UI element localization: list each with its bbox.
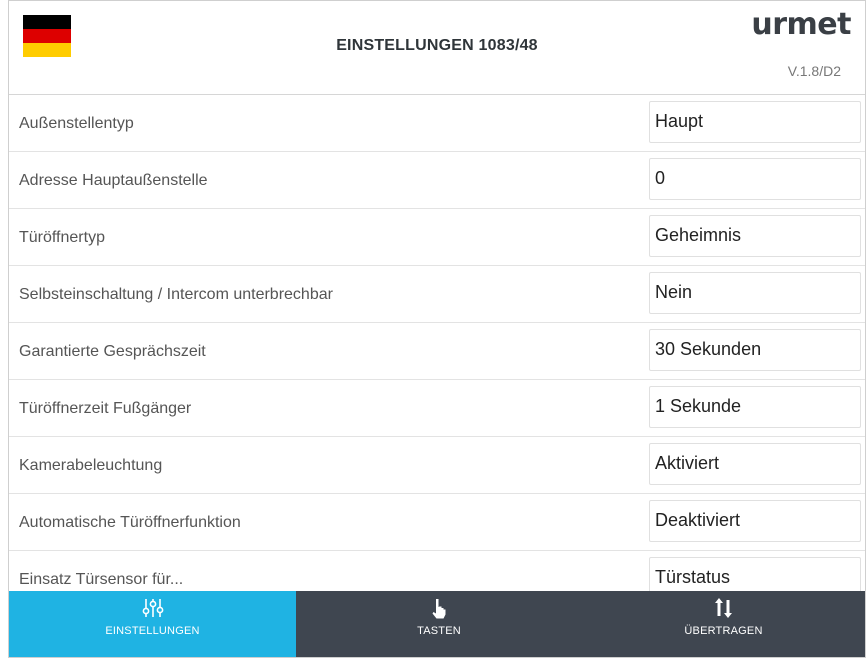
bottom-tab-bar: EINSTELLUNGEN TASTEN ÜBERTRAGEN: [9, 591, 865, 657]
tab-uebertragen[interactable]: ÜBERTRAGEN: [582, 591, 865, 657]
setting-label: Außenstellentyp: [19, 115, 134, 132]
setting-value-select[interactable]: 1 Sekunde: [649, 386, 861, 428]
page-title: EINSTELLUNGEN 1083/48: [336, 37, 538, 54]
setting-value-select[interactable]: Aktiviert: [649, 443, 861, 485]
setting-value-select[interactable]: Geheimnis: [649, 215, 861, 257]
setting-label: Türöffnerzeit Fußgänger: [19, 400, 192, 417]
setting-row-selbsteinschaltung: Selbsteinschaltung / Intercom unterbrech…: [9, 266, 865, 323]
settings-list: Außenstellentyp Haupt Adresse Hauptaußen…: [9, 95, 865, 608]
setting-label: Adresse Hauptaußenstelle: [19, 172, 208, 189]
setting-row-adresse: Adresse Hauptaußenstelle 0: [9, 152, 865, 209]
hand-pointer-icon: [432, 599, 446, 619]
sliders-icon: [142, 599, 163, 617]
setting-label: Selbsteinschaltung / Intercom unterbrech…: [19, 286, 333, 303]
setting-row-tueroeffnerzeit: Türöffnerzeit Fußgänger 1 Sekunde: [9, 380, 865, 437]
version-label: V.1.8/D2: [787, 63, 841, 79]
setting-row-tueroeffnertyp: Türöffnertyp Geheimnis: [9, 209, 865, 266]
tab-label: EINSTELLUNGEN: [105, 625, 200, 637]
setting-label: Automatische Türöffnerfunktion: [19, 514, 241, 531]
setting-value-select[interactable]: Nein: [649, 272, 861, 314]
tab-einstellungen[interactable]: EINSTELLUNGEN: [9, 591, 296, 657]
urmet-logo: urmet: [751, 7, 851, 42]
setting-value-select[interactable]: Deaktiviert: [649, 500, 861, 542]
setting-label: Garantierte Gesprächszeit: [19, 343, 206, 360]
setting-label: Kamerabeleuchtung: [19, 457, 163, 474]
tab-tasten[interactable]: TASTEN: [296, 591, 582, 657]
tab-label: TASTEN: [417, 625, 461, 637]
setting-label: Einsatz Türsensor für...: [19, 571, 184, 588]
setting-row-gespraechszeit: Garantierte Gesprächszeit 30 Sekunden: [9, 323, 865, 380]
setting-label: Türöffnertyp: [19, 229, 105, 246]
setting-value-select[interactable]: Haupt: [649, 101, 861, 143]
setting-value-select[interactable]: 30 Sekunden: [649, 329, 861, 371]
app-frame: EINSTELLUNGEN 1083/48 urmet V.1.8/D2 Auß…: [8, 0, 866, 658]
setting-value-input[interactable]: 0: [649, 158, 861, 200]
tab-label: ÜBERTRAGEN: [684, 625, 763, 637]
setting-row-automatische-tueroeffnerfunktion: Automatische Türöffnerfunktion Deaktivie…: [9, 494, 865, 551]
header: EINSTELLUNGEN 1083/48 urmet V.1.8/D2: [9, 1, 865, 95]
setting-row-kamerabeleuchtung: Kamerabeleuchtung Aktiviert: [9, 437, 865, 494]
setting-row-aussenstellentyp: Außenstellentyp Haupt: [9, 95, 865, 152]
transfer-arrows-icon: [714, 598, 732, 618]
